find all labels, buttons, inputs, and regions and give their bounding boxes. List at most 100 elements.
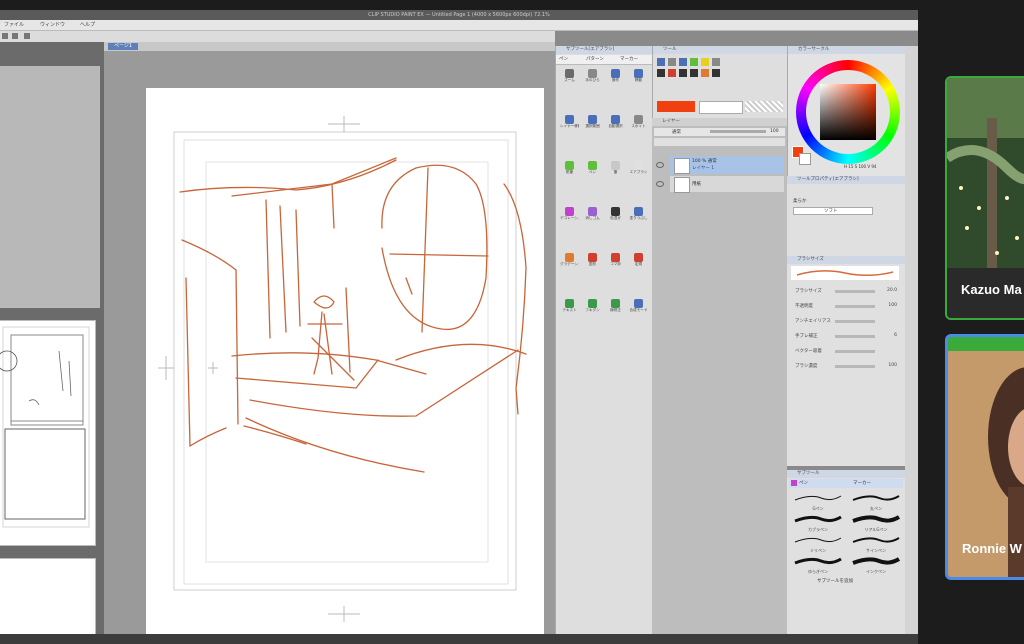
- redo-icon[interactable]: [12, 33, 18, 39]
- subtool-button[interactable]: デコレーション: [560, 206, 579, 226]
- main-color-swatch[interactable]: [657, 101, 695, 112]
- canvas-tab[interactable]: ページ1: [108, 43, 139, 50]
- brush-setting-row[interactable]: ベクター吸着: [791, 348, 901, 355]
- layer-row[interactable]: 用紙: [670, 176, 784, 193]
- subtool-list-tab[interactable]: ペン: [799, 480, 808, 486]
- fill-tool-icon[interactable]: [668, 69, 676, 77]
- blend-mode-select[interactable]: 通常: [672, 129, 681, 135]
- setting-slider[interactable]: [835, 350, 875, 353]
- brush-preset[interactable]: サインペン: [849, 534, 903, 554]
- subtool-button[interactable]: 図形: [583, 252, 602, 272]
- menu-file[interactable]: ファイル: [4, 21, 24, 28]
- layer-row-active[interactable]: 100 % 通常 レイヤー 1: [670, 156, 784, 174]
- subtool-button[interactable]: 筆: [606, 160, 625, 180]
- tool-panel: ツール: [652, 46, 788, 118]
- subtool-button[interactable]: 定規: [629, 252, 648, 272]
- subtool-button[interactable]: 自動選択: [606, 114, 625, 134]
- brush-preset[interactable]: Gペン: [791, 492, 845, 512]
- sub-color-indicator[interactable]: [799, 153, 811, 165]
- subtool-button[interactable]: 塗りつぶし: [629, 206, 648, 226]
- subtool-button[interactable]: ペン: [583, 160, 602, 180]
- brush-preset[interactable]: リアルGペン: [849, 513, 903, 533]
- pen-tool-icon[interactable]: [690, 58, 698, 66]
- save-icon[interactable]: [24, 33, 30, 39]
- panel-scrollbar[interactable]: [905, 46, 918, 634]
- page-thumbnail[interactable]: [0, 66, 100, 308]
- drawing-canvas[interactable]: [146, 88, 544, 634]
- brush-setting-row[interactable]: 手ブレ補正 6: [791, 333, 901, 340]
- brush-setting-row[interactable]: 不透明度 100: [791, 303, 901, 310]
- setting-slider[interactable]: [835, 305, 875, 308]
- setting-slider[interactable]: [835, 365, 875, 368]
- subtool-tab[interactable]: パターン: [586, 56, 604, 62]
- setting-value: 100: [888, 363, 897, 368]
- subtool-button[interactable]: レイヤー移動: [560, 114, 579, 134]
- layer-name: 用紙: [692, 182, 701, 187]
- subtool-tab[interactable]: ペン: [559, 56, 568, 62]
- subtool-button[interactable]: 消しゴム: [583, 206, 602, 226]
- eyedropper-icon[interactable]: [712, 58, 720, 66]
- brush-preset[interactable]: 丸ペン: [849, 492, 903, 512]
- subtool-button[interactable]: エアブラシ: [629, 160, 648, 180]
- eye-icon[interactable]: [656, 162, 664, 168]
- saturation-value-square[interactable]: [820, 84, 876, 140]
- setting-slider[interactable]: [835, 320, 875, 323]
- page-thumbnail[interactable]: [0, 558, 96, 636]
- subtool-button[interactable]: 合成モード: [629, 298, 648, 318]
- participant-tile[interactable]: Kazuo Ma: [945, 76, 1024, 320]
- subtool-tab[interactable]: マーカー: [620, 56, 638, 62]
- subtool-label: デコレーション: [560, 216, 579, 220]
- brush-setting-row[interactable]: ブラシサイズ 20.0: [791, 288, 901, 295]
- select-tool-icon[interactable]: [657, 69, 665, 77]
- brush-setting-row[interactable]: ブラシ濃度 100: [791, 363, 901, 370]
- brush-preset[interactable]: ゆらぎペン: [791, 555, 845, 575]
- setting-slider[interactable]: [835, 335, 875, 338]
- brush-stroke-preview: [791, 266, 899, 280]
- sketch-drawing: [158, 116, 527, 622]
- sub-color-swatch[interactable]: [699, 101, 743, 114]
- brush-preset[interactable]: インクペン: [849, 555, 903, 575]
- zoom-tool-icon[interactable]: [657, 58, 665, 66]
- page-thumbnail[interactable]: [0, 320, 96, 546]
- subtool-button[interactable]: 選択範囲: [583, 114, 602, 134]
- eye-icon[interactable]: [656, 181, 664, 187]
- setting-slider[interactable]: [835, 290, 875, 293]
- marker-tool-icon[interactable]: [701, 58, 709, 66]
- gradient-tool-icon[interactable]: [701, 69, 709, 77]
- menu-help[interactable]: ヘルプ: [80, 21, 95, 28]
- brush-preset[interactable]: ミリペン: [791, 534, 845, 554]
- transparent-swatch[interactable]: [745, 101, 783, 112]
- subtool-button[interactable]: ズーム: [560, 68, 579, 88]
- brush-preview: [794, 515, 842, 523]
- hand-tool-icon[interactable]: [668, 58, 676, 66]
- subtool-button[interactable]: フキダシ: [583, 298, 602, 318]
- text-tool-icon[interactable]: [712, 69, 720, 77]
- subtool-button[interactable]: 鉛筆: [560, 160, 579, 180]
- opacity-slider[interactable]: [710, 130, 766, 133]
- subtool-button[interactable]: 色混ぜ: [606, 206, 625, 226]
- subtool-button[interactable]: テキスト: [560, 298, 579, 318]
- participant-tile-active[interactable]: Ronnie W: [945, 334, 1024, 580]
- subtool-button[interactable]: 操作: [606, 68, 625, 88]
- subtool-button[interactable]: 手のひら: [583, 68, 602, 88]
- subtool-panel-title: サブツール[エアブラシ]: [556, 46, 653, 54]
- brush-setting-row[interactable]: アンチエイリアス: [791, 318, 901, 325]
- undo-icon[interactable]: [2, 33, 8, 39]
- setting-label: 手ブレ補正: [795, 334, 818, 339]
- subtool-button[interactable]: 移動: [629, 68, 648, 88]
- add-subtool-link[interactable]: サブツールを追加: [817, 578, 853, 584]
- subtool-icon: [588, 115, 597, 124]
- subtool-list-tab[interactable]: マーカー: [853, 480, 871, 486]
- menu-window[interactable]: ウィンドウ: [40, 21, 65, 28]
- subtool-label: 選択範囲: [585, 124, 600, 128]
- eraser-tool-icon[interactable]: [679, 69, 687, 77]
- move-tool-icon[interactable]: [679, 58, 687, 66]
- subtool-button[interactable]: グラデーション: [560, 252, 579, 272]
- blend-tool-icon[interactable]: [690, 69, 698, 77]
- subtool-button[interactable]: スポイト: [629, 114, 648, 134]
- subtool-button[interactable]: コマ枠: [606, 252, 625, 272]
- property-select[interactable]: ソフト: [793, 207, 873, 215]
- brush-preset[interactable]: カブラペン: [791, 513, 845, 533]
- subtool-icon: [634, 161, 643, 170]
- subtool-button[interactable]: 線修正: [606, 298, 625, 318]
